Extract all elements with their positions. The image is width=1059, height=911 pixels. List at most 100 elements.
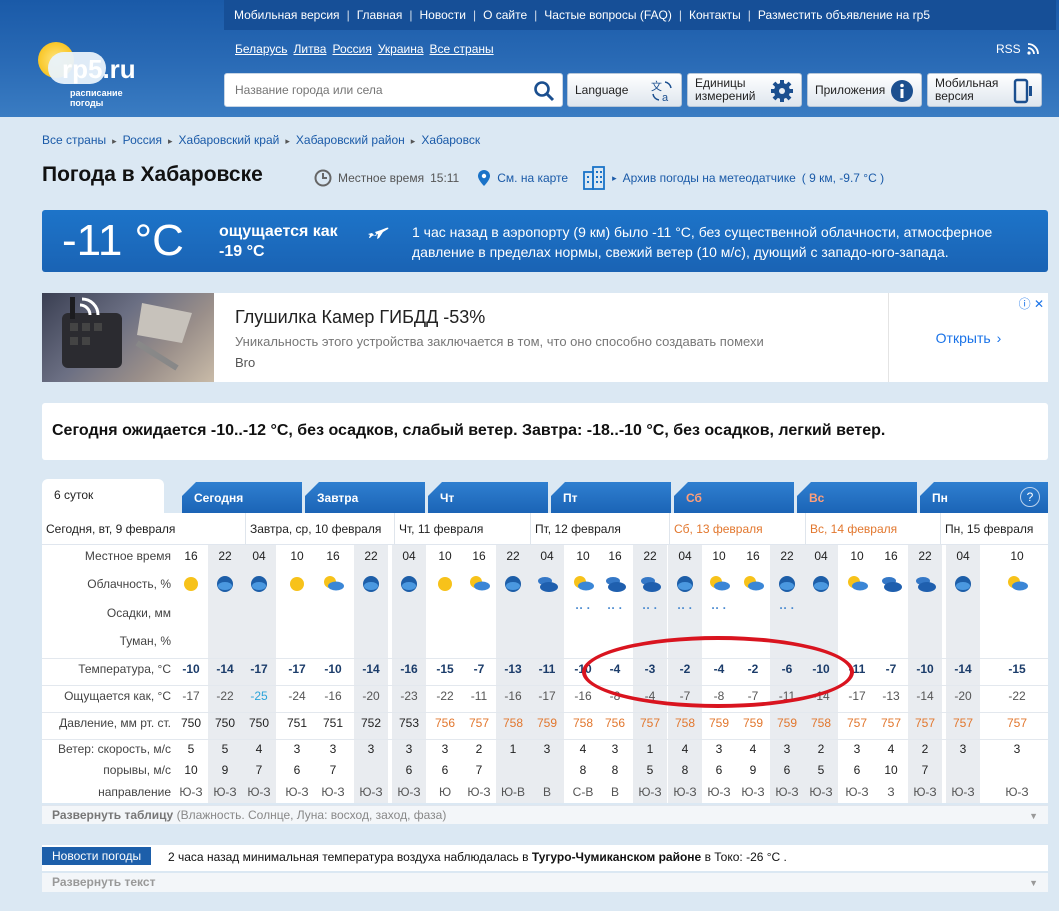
day-header: Вс, 14 февраля [805, 513, 940, 545]
svg-text:a: a [662, 92, 669, 104]
map-pin-icon [478, 170, 491, 186]
tab-6[interactable]: Сб [674, 482, 794, 513]
nav-link[interactable]: Контакты [689, 8, 741, 22]
tab-5[interactable]: Пт [551, 482, 671, 513]
country-links: Беларусь Литва Россия Украина Все страны [235, 42, 494, 56]
nav-link[interactable]: Главная [357, 8, 403, 22]
direction-cell: С-В [572, 785, 594, 799]
wind-speed-cell: 3 [441, 742, 449, 756]
row-label: Туман, % [119, 634, 171, 648]
sun-cloud-icon [744, 576, 764, 591]
feels-like-cell: -22 [436, 689, 454, 703]
ad-subtitle: Уникальность этого устройства заключаетс… [235, 334, 764, 349]
gusts-cell: 6 [441, 763, 449, 777]
gusts-cell: 6 [293, 763, 301, 777]
tab-7[interactable]: Вс [797, 482, 917, 513]
tab-4[interactable]: Чт [428, 482, 548, 513]
gusts-cell: 10 [184, 763, 198, 777]
ad-choices-icon[interactable]: ⓘ ✕ [1019, 295, 1044, 312]
night-cloud-icon [217, 576, 233, 592]
direction-cell: Ю-З [707, 785, 731, 799]
site-logo[interactable]: rp5.ru расписание погоды [34, 34, 174, 114]
direction-cell: Ю-З [673, 785, 697, 799]
tab-1[interactable]: 6 суток [42, 479, 164, 514]
pressure-cell: 757 [1006, 716, 1028, 730]
clock-icon [314, 169, 332, 187]
search-icon[interactable] [532, 79, 556, 103]
row-label: Осадки, мм [106, 606, 171, 620]
hours-cell: 16 [884, 549, 898, 563]
apps-button[interactable]: Приложения [807, 73, 922, 107]
row-label: Давление, мм рт. ст. [59, 716, 171, 730]
svg-text:文: 文 [651, 79, 662, 93]
expand-text-label: Развернуть текст [52, 875, 156, 889]
tab-label: 6 суток [54, 488, 94, 502]
direction-cell: Ю-В [500, 785, 526, 799]
nav-link[interactable]: О сайте [483, 8, 527, 22]
nav-link[interactable]: Новости [420, 8, 466, 22]
pressure-cell: 759 [776, 716, 798, 730]
temperature-cell: -14 [954, 662, 972, 676]
language-button[interactable]: Language 文a [567, 73, 682, 107]
nav-link[interactable]: Частые вопросы (FAQ) [544, 8, 672, 22]
units-button[interactable]: Единицы измерений [687, 73, 802, 107]
nav-link[interactable]: Разместить объявление на rp5 [758, 8, 930, 22]
current-temperature: -11 °C [62, 216, 184, 265]
country-link[interactable]: Украина [378, 42, 424, 56]
wind-speed-cell: 1 [509, 742, 517, 756]
help-icon[interactable]: ? [1020, 487, 1040, 507]
country-link[interactable]: Все страны [430, 42, 494, 56]
hours-cell: 16 [326, 549, 340, 563]
tab-3[interactable]: Завтра [305, 482, 425, 513]
archive-link[interactable]: Архив погоды на метеодатчике [623, 171, 796, 185]
hours-cell: 22 [364, 549, 378, 563]
temperature-cell: -15 [436, 662, 454, 676]
rss-link[interactable]: RSS [996, 42, 1039, 56]
tab-2[interactable]: Сегодня [182, 482, 302, 513]
country-link[interactable]: Литва [293, 42, 326, 56]
ad-image [42, 293, 214, 382]
search-input[interactable] [225, 74, 515, 106]
row-label: порывы, м/с [103, 763, 171, 777]
nav-separator: | [534, 8, 538, 22]
advertisement[interactable]: Глушилка Камер ГИБДД -53% Уникальность э… [42, 293, 1048, 382]
night-cloud-icon [401, 576, 417, 592]
country-link[interactable]: Россия [332, 42, 371, 56]
sun-cloud-icon [710, 576, 730, 591]
direction-cell: Ю-З [913, 785, 937, 799]
country-link[interactable]: Беларусь [235, 42, 287, 56]
hours-cell: 16 [608, 549, 622, 563]
tab-8[interactable]: Пн? [920, 482, 1048, 513]
feels-like: ощущается как -19 °C [219, 223, 338, 260]
direction-cell: Ю-З [467, 785, 491, 799]
sun-cloud-icon [574, 576, 594, 591]
night-cloud-icon [677, 576, 693, 592]
direction-cell: В [610, 785, 619, 799]
expand-text[interactable]: Развернуть текст ▼ [42, 873, 1048, 892]
gusts-cell: 7 [921, 763, 929, 777]
row-divider [42, 739, 1048, 740]
hours-cell: 04 [402, 549, 416, 563]
breadcrumb-item[interactable]: Россия [123, 133, 162, 147]
map-link[interactable]: См. на карте [497, 171, 568, 185]
nav-separator: | [409, 8, 413, 22]
breadcrumb-item[interactable]: Хабаровск [421, 133, 480, 147]
day-header: Пн, 15 февраля [940, 513, 1048, 545]
expand-table[interactable]: Развернуть таблицу (Влажность. Солнце, Л… [42, 805, 1048, 824]
search-box [224, 73, 563, 107]
row-label: направление [98, 785, 171, 799]
nav-separator: | [678, 8, 682, 22]
hours-cell: 04 [678, 549, 692, 563]
breadcrumb-item[interactable]: Хабаровский край [179, 133, 280, 147]
nav-link[interactable]: Мобильная версия [234, 8, 340, 22]
mobile-version-button[interactable]: Мобильная версия [927, 73, 1042, 107]
direction-cell: Ю-З [213, 785, 237, 799]
breadcrumb-item[interactable]: Хабаровский район [296, 133, 405, 147]
language-label: Language [575, 82, 629, 97]
pressure-cell: 752 [360, 716, 382, 730]
breadcrumb-item[interactable]: Все страны [42, 133, 106, 147]
site-header: rp5.ru расписание погоды Мобильная верси… [0, 0, 1059, 117]
direction-cell: Ю-З [359, 785, 383, 799]
wind-speed-cell: 3 [1013, 742, 1021, 756]
wind-speed-cell: 3 [329, 742, 337, 756]
